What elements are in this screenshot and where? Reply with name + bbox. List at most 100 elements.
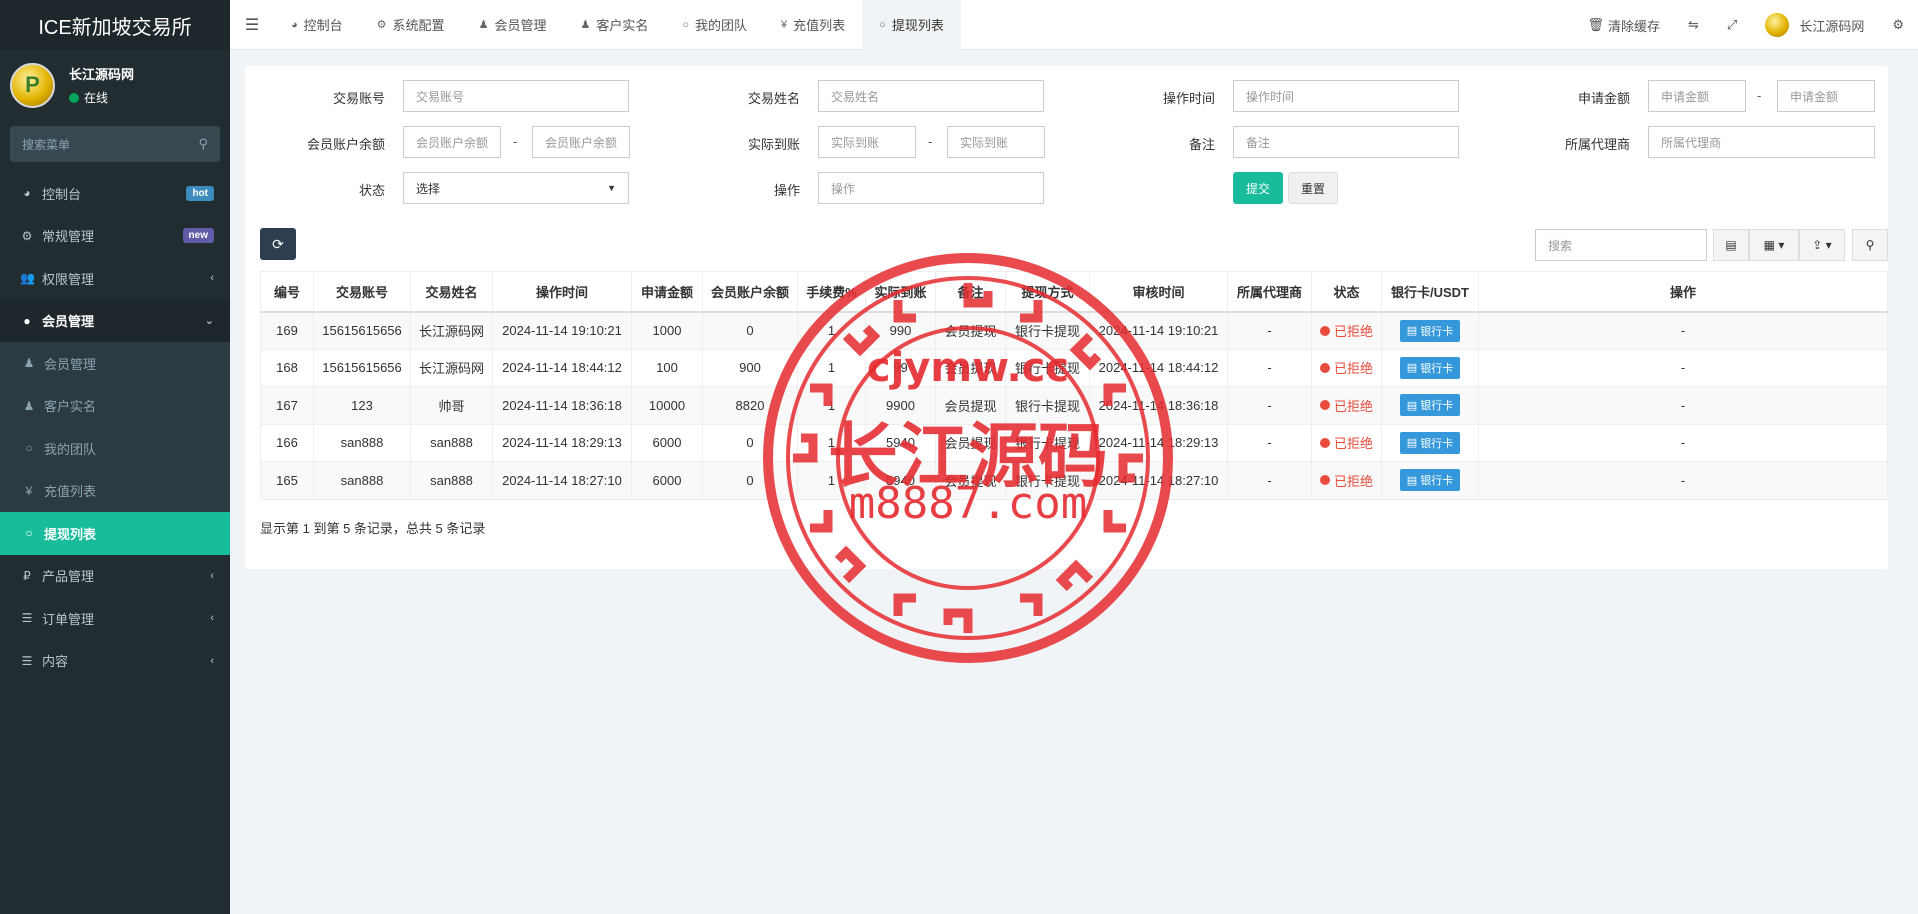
column-header[interactable]: 操作 bbox=[1478, 271, 1888, 313]
refresh-button[interactable]: ⟳ bbox=[260, 228, 296, 260]
sidebar-item-2[interactable]: 👥 权限管理 ‹ bbox=[0, 257, 230, 300]
sidebar-item-1[interactable]: ⚙ 常规管理 new bbox=[0, 215, 230, 258]
balance-max-input[interactable]: 会员账户余额 bbox=[532, 126, 630, 158]
user-circle-icon: ● bbox=[23, 313, 31, 328]
bank-card-button[interactable]: ▤ 银行卡 bbox=[1399, 394, 1461, 417]
amount-label: 申请金额 bbox=[1577, 91, 1630, 106]
user-status: 在线 bbox=[69, 89, 134, 106]
fullscreen-icon[interactable]: ⤢ bbox=[1713, 17, 1751, 33]
bank-card-button[interactable]: ▤ 银行卡 bbox=[1399, 319, 1461, 342]
time-input[interactable]: 操作时间 bbox=[1233, 80, 1459, 112]
tab-0[interactable]: ◕ 控制台 bbox=[274, 0, 360, 50]
gears-icon[interactable]: ⚙ bbox=[1878, 17, 1918, 33]
column-header[interactable]: 交易姓名 bbox=[410, 271, 493, 313]
agent-input[interactable]: 所属代理商 bbox=[1648, 126, 1875, 158]
column-header[interactable]: 交易账号 bbox=[313, 271, 411, 313]
column-header[interactable]: 所属代理商 bbox=[1227, 271, 1312, 313]
table-search-input[interactable]: 搜索 bbox=[1535, 229, 1707, 261]
menu-toggle-icon[interactable]: ☰ bbox=[230, 15, 274, 35]
op-input[interactable]: 操作 bbox=[818, 172, 1044, 204]
column-header[interactable]: 状态 bbox=[1311, 271, 1382, 313]
sidebar-item-label: 提现列表 bbox=[44, 526, 97, 542]
tab-6[interactable]: ○ 提现列表 bbox=[862, 0, 961, 50]
chevron-icon: ‹ bbox=[210, 569, 214, 582]
cell-name: san888 bbox=[410, 423, 493, 462]
brand-logo[interactable]: ICE新加坡交易所 bbox=[0, 0, 230, 50]
cell-account: san888 bbox=[313, 423, 411, 462]
sidebar-item-9[interactable]: ₽ 产品管理 ‹ bbox=[0, 555, 230, 598]
status-dot-icon bbox=[1319, 362, 1330, 373]
cell-amount: 6000 bbox=[631, 461, 703, 500]
tab-2[interactable]: ♟ 会员管理 bbox=[462, 0, 564, 50]
sidebar-item-10[interactable]: ☰ 订单管理 ‹ bbox=[0, 597, 230, 640]
sidebar-item-label: 会员管理 bbox=[44, 356, 97, 372]
column-header[interactable]: 实际到账 bbox=[865, 271, 936, 313]
cell-balance: 0 bbox=[702, 461, 798, 500]
sidebar-item-11[interactable]: ☰ 内容 ‹ bbox=[0, 640, 230, 683]
export-icon: ⇪ ▾ bbox=[1812, 238, 1832, 252]
column-header[interactable]: 备注 bbox=[935, 271, 1006, 313]
name-input[interactable]: 交易姓名 bbox=[818, 80, 1044, 112]
columns-button[interactable]: ▦ ▾ bbox=[1749, 229, 1799, 261]
submit-button[interactable]: 提交 bbox=[1233, 172, 1283, 204]
sidebar-search-input[interactable]: 搜索菜单 ⚲ bbox=[10, 126, 220, 162]
user-icon: ♟ bbox=[580, 19, 591, 31]
column-header[interactable]: 银行卡/USDT bbox=[1381, 271, 1479, 313]
balance-min-input[interactable]: 会员账户余额 bbox=[403, 126, 501, 158]
tab-5[interactable]: ¥ 充值列表 bbox=[764, 0, 862, 50]
actual-max-input[interactable]: 实际到账 bbox=[947, 126, 1045, 158]
cell-op: - bbox=[1478, 461, 1888, 500]
cell-amount: 6000 bbox=[631, 423, 703, 462]
bank-card-button[interactable]: ▤ 银行卡 bbox=[1399, 356, 1461, 379]
actual-label: 实际到账 bbox=[747, 137, 800, 152]
cell-balance: 8820 bbox=[702, 386, 798, 425]
clear-cache-button[interactable]: 🗑 清除缓存 bbox=[1573, 16, 1674, 35]
sidebar-item-7[interactable]: ¥ 充值列表 bbox=[0, 469, 230, 512]
tab-1[interactable]: ⚙ 系统配置 bbox=[360, 0, 462, 50]
amount-min-input[interactable]: 申请金额 bbox=[1648, 80, 1746, 112]
table-row[interactable]: 169 15615615656 长江源码网 2024-11-14 19:10:21 10… bbox=[260, 311, 1888, 350]
card-icon: ▤ bbox=[1406, 437, 1418, 450]
yen-icon: ¥ bbox=[25, 483, 33, 498]
column-header[interactable]: 申请金额 bbox=[631, 271, 703, 313]
search-toggle-button[interactable]: ⚲ bbox=[1852, 229, 1888, 261]
chevron-icon: ‹ bbox=[210, 272, 214, 285]
chevron-icon: ⌄ bbox=[204, 315, 214, 328]
sidebar-item-label: 控制台 bbox=[42, 186, 82, 202]
status-dot-icon bbox=[1319, 325, 1330, 336]
status-select[interactable]: 选择 ▼ bbox=[403, 172, 629, 204]
column-header[interactable]: 操作时间 bbox=[492, 271, 632, 313]
bank-card-button[interactable]: ▤ 银行卡 bbox=[1399, 431, 1461, 454]
cell-op: - bbox=[1478, 311, 1888, 350]
account-input[interactable]: 交易账号 bbox=[403, 80, 629, 112]
sidebar-item-8[interactable]: ○ 提现列表 bbox=[0, 512, 230, 555]
cell-amount: 1000 bbox=[631, 311, 703, 350]
cell-balance: 0 bbox=[702, 311, 798, 350]
reset-button[interactable]: 重置 bbox=[1288, 172, 1338, 204]
yen-icon: ¥ bbox=[781, 18, 788, 31]
tab-3[interactable]: ♟ 客户实名 bbox=[563, 0, 665, 50]
sidebar-item-label: 会员管理 bbox=[42, 314, 95, 330]
remark-input[interactable]: 备注 bbox=[1233, 126, 1459, 158]
tab-4[interactable]: ○ 我的团队 bbox=[665, 0, 764, 50]
amount-max-input[interactable]: 申请金额 bbox=[1777, 80, 1875, 112]
sidebar-item-6[interactable]: ○ 我的团队 bbox=[0, 427, 230, 470]
actual-min-input[interactable]: 实际到账 bbox=[818, 126, 916, 158]
cell-account: 123 bbox=[313, 386, 411, 425]
column-header[interactable]: 会员账户余额 bbox=[702, 271, 798, 313]
user-menu[interactable]: 长江源码网 bbox=[1751, 13, 1878, 37]
translate-icon[interactable]: ⇋ bbox=[1674, 17, 1713, 33]
toggle-view-button[interactable]: ▤ bbox=[1713, 229, 1749, 261]
search-icon[interactable]: ⚲ bbox=[198, 136, 208, 152]
bank-card-button[interactable]: ▤ 银行卡 bbox=[1399, 469, 1461, 492]
sidebar-item-4[interactable]: ♟ 会员管理 bbox=[0, 342, 230, 385]
column-header[interactable]: 编号 bbox=[260, 271, 314, 313]
sidebar-item-5[interactable]: ♟ 客户实名 bbox=[0, 384, 230, 427]
export-button[interactable]: ⇪ ▾ bbox=[1799, 229, 1845, 261]
cell-time: 2024-11-14 18:27:10 bbox=[492, 461, 632, 500]
column-header[interactable]: 审核时间 bbox=[1089, 271, 1228, 313]
column-header[interactable]: 提现方式 bbox=[1005, 271, 1090, 313]
sidebar-item-3[interactable]: ● 会员管理 ⌄ bbox=[0, 299, 230, 342]
sidebar-item-0[interactable]: ◕ 控制台 hot bbox=[0, 172, 230, 215]
column-header[interactable]: 手续费% bbox=[797, 271, 866, 313]
